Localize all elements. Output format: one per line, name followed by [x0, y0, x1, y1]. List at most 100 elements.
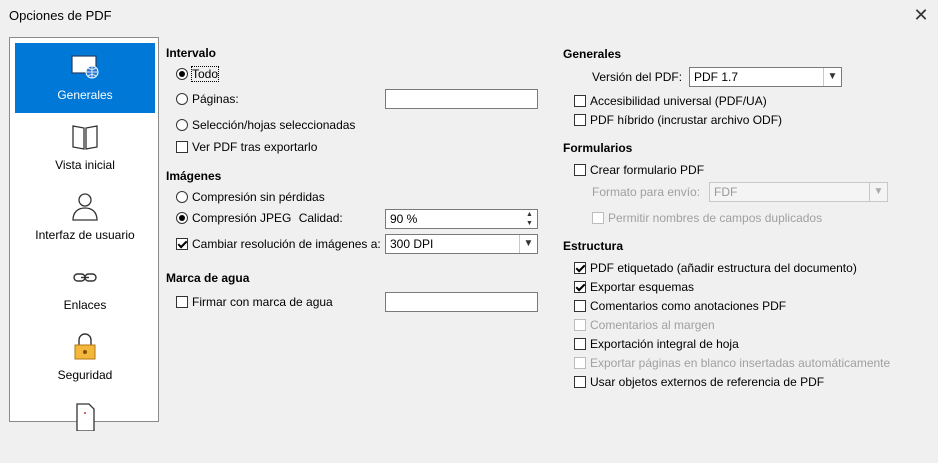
checkbox-external-refs[interactable]: Usar objetos externos de referencia de P… [574, 373, 824, 391]
duplicate-names-label: Permitir nombres de campos duplicados [608, 211, 823, 225]
radio-all-label: Todo [190, 66, 220, 82]
checkbox-indicator [574, 281, 586, 293]
title-bar: Opciones de PDF ✕ [0, 0, 938, 31]
checkbox-indicator [574, 300, 586, 312]
blank-pages-label: Exportar páginas en blanco insertadas au… [590, 356, 891, 370]
submit-format-label: Formato para envío: [592, 185, 701, 199]
checkbox-pdf-ua[interactable]: Accesibilidad universal (PDF/UA) [574, 92, 767, 110]
sidebar-item-links[interactable]: Enlaces [15, 253, 155, 323]
checkbox-tagged-pdf[interactable]: PDF etiquetado (añadir estructura del do… [574, 259, 857, 277]
sidebar-item-user-interface[interactable]: Interfaz de usuario [15, 183, 155, 253]
comments-label: Comentarios como anotaciones PDF [590, 299, 787, 313]
sidebar-item-label: Seguridad [57, 368, 113, 382]
hybrid-label: PDF híbrido (incrustar archivo ODF) [590, 113, 783, 127]
outlines-label: Exportar esquemas [590, 280, 695, 294]
watermark-input[interactable] [385, 292, 538, 312]
radio-jpeg-label: Compresión JPEG [192, 211, 292, 225]
checkbox-watermark[interactable]: Firmar con marca de agua [176, 293, 333, 311]
security-icon [74, 333, 96, 360]
checkbox-indicator [574, 376, 586, 388]
checkbox-indicator [574, 357, 586, 369]
pdf-version-select[interactable]: PDF 1.7 ▼ [689, 67, 842, 87]
dpi-select[interactable]: 300 DPI ▼ [385, 234, 538, 254]
checkbox-blank-pages[interactable]: Exportar páginas en blanco insertadas au… [574, 354, 890, 372]
radio-selection[interactable]: Selección/hojas seleccionadas [176, 116, 355, 134]
submit-format-select[interactable]: FDF ▼ [709, 182, 888, 202]
radio-jpeg[interactable]: Compresión JPEG Calidad: [176, 209, 343, 227]
sidebar-item-label: Enlaces [63, 298, 107, 312]
sidebar-item-initial-view[interactable]: Vista inicial [15, 113, 155, 183]
checkbox-full-sheet[interactable]: Exportación integral de hoja [574, 335, 739, 353]
spin-down-icon[interactable]: ▼ [522, 219, 537, 228]
general-heading: Generales [563, 47, 622, 61]
forms-heading: Formularios [563, 141, 633, 155]
chevron-down-icon[interactable]: ▼ [823, 68, 841, 86]
quality-spinbox[interactable]: 90 % ▲ ▼ [385, 209, 538, 229]
links-icon [73, 273, 97, 282]
chevron-down-icon[interactable]: ▼ [519, 235, 537, 253]
sidebar-item-security[interactable]: Seguridad [15, 323, 155, 393]
checkbox-view-after[interactable]: Ver PDF tras exportarlo [176, 138, 317, 156]
spin-buttons[interactable]: ▲ ▼ [522, 210, 537, 228]
pages-input[interactable] [385, 89, 538, 109]
checkbox-indicator [592, 212, 604, 224]
checkbox-indicator [574, 95, 586, 107]
interval-heading: Intervalo [166, 46, 217, 60]
checkbox-indicator [176, 296, 188, 308]
pdf-ua-label: Accesibilidad universal (PDF/UA) [590, 94, 767, 108]
checkbox-duplicate-names[interactable]: Permitir nombres de campos duplicados [592, 209, 822, 227]
checkbox-indicator [574, 114, 586, 126]
checkbox-indicator [574, 338, 586, 350]
radio-indicator [176, 93, 188, 105]
checkbox-indicator [574, 319, 586, 331]
sidebar-item-label: Interfaz de usuario [35, 228, 135, 242]
structure-heading: Estructura [563, 239, 624, 253]
radio-lossless[interactable]: Compresión sin pérdidas [176, 188, 325, 206]
initial-view-icon [72, 125, 98, 150]
checkbox-outlines[interactable]: Exportar esquemas [574, 278, 694, 296]
user-interface-icon [72, 193, 98, 221]
sidebar-item-general[interactable]: Generales [15, 43, 155, 113]
external-refs-label: Usar objetos externos de referencia de P… [590, 375, 825, 389]
radio-indicator [176, 191, 188, 203]
general-icon [71, 55, 99, 79]
chevron-down-icon[interactable]: ▼ [869, 183, 887, 201]
radio-lossless-label: Compresión sin pérdidas [192, 190, 325, 204]
radio-all[interactable]: Todo [176, 65, 220, 83]
checkbox-margin-comments[interactable]: Comentarios al margen [574, 316, 715, 334]
create-form-label: Crear formulario PDF [590, 163, 705, 177]
spin-up-icon[interactable]: ▲ [522, 210, 537, 219]
sidebar-item-signature[interactable] [15, 393, 155, 463]
sidebar: Generales Vista inicial Interfaz de usua… [9, 37, 159, 431]
checkbox-comments[interactable]: Comentarios como anotaciones PDF [574, 297, 786, 315]
reduce-resolution-label: Cambiar resolución de imágenes a: [192, 237, 381, 251]
images-heading: Imágenes [166, 169, 222, 183]
radio-indicator [176, 68, 188, 80]
sidebar-item-label: Generales [57, 88, 113, 102]
radio-indicator [176, 212, 188, 224]
checkbox-hybrid[interactable]: PDF híbrido (incrustar archivo ODF) [574, 111, 782, 129]
checkbox-create-form[interactable]: Crear formulario PDF [574, 161, 704, 179]
pdf-version-label: Versión del PDF: [592, 70, 683, 84]
radio-selection-label: Selección/hojas seleccionadas [192, 118, 356, 132]
radio-indicator [176, 119, 188, 131]
checkbox-indicator [574, 164, 586, 176]
signature-icon [76, 403, 95, 431]
checkbox-reduce-resolution[interactable]: Cambiar resolución de imágenes a: [176, 235, 381, 253]
sidebar-item-label: Vista inicial [55, 158, 115, 172]
radio-pages[interactable]: Páginas: [176, 90, 239, 108]
quality-label: Calidad: [298, 211, 343, 225]
tagged-pdf-label: PDF etiquetado (añadir estructura del do… [590, 261, 857, 275]
radio-pages-label: Páginas: [192, 92, 239, 106]
checkbox-indicator [574, 262, 586, 274]
checkbox-indicator [176, 141, 188, 153]
watermark-label: Firmar con marca de agua [192, 295, 333, 309]
margin-comments-label: Comentarios al margen [590, 318, 715, 332]
full-sheet-label: Exportación integral de hoja [590, 337, 739, 351]
checkbox-view-after-label: Ver PDF tras exportarlo [192, 140, 318, 154]
watermark-heading: Marca de agua [166, 271, 250, 285]
close-icon[interactable]: ✕ [908, 4, 934, 26]
window-title: Opciones de PDF [9, 8, 112, 23]
checkbox-indicator [176, 238, 188, 250]
dpi-value: 300 DPI [390, 237, 434, 251]
